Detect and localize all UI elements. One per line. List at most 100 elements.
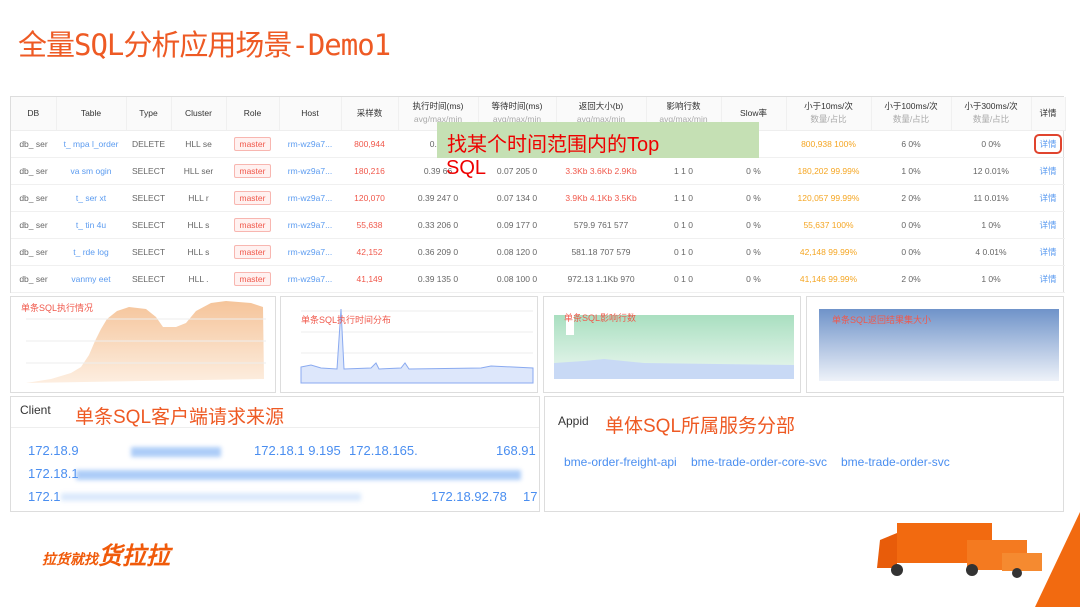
table-link[interactable]: vanmy eet xyxy=(71,274,110,284)
client-panel: Client 单条SQL客户端请求来源 172.18.9 172.18.1 9.… xyxy=(10,396,540,512)
cell-text: 0 % xyxy=(746,192,761,203)
cell-text: 6 0% xyxy=(901,138,921,149)
cell-wait: 0.08 120 0 xyxy=(478,238,556,266)
column-label: Host xyxy=(301,107,319,118)
table-link[interactable]: t_ ser xt xyxy=(76,193,106,203)
cell-text: 180,202 99.99% xyxy=(797,165,860,176)
cell-text: 972.13 1.1Kb 970 xyxy=(567,273,635,284)
column-label: Type xyxy=(139,107,158,118)
cell-text: 0 0% xyxy=(901,246,921,257)
cell-text: 800,938 100% xyxy=(801,138,856,149)
appid-item[interactable]: bme-trade-order-core-svc xyxy=(691,455,827,469)
role-badge: master xyxy=(233,244,272,259)
cell-text: 0.08 100 0 xyxy=(496,273,538,284)
cell-db: db_ ser xyxy=(11,211,56,239)
cell-text: SELECT xyxy=(131,273,166,284)
cell-exec: 0.39 135 0 xyxy=(398,265,478,293)
redaction xyxy=(76,470,521,480)
cell-type: DELETE xyxy=(126,130,171,158)
cell-cluster: HLL s xyxy=(171,238,226,266)
cell-host: rm-wz9a7... xyxy=(279,211,341,239)
host-link[interactable]: rm-wz9a7... xyxy=(288,166,332,176)
column-header[interactable]: DB xyxy=(11,97,57,131)
appid-item[interactable]: bme-order-freight-api xyxy=(564,455,677,469)
column-header[interactable]: Cluster xyxy=(171,97,227,131)
cell-cluster: HLL . xyxy=(171,265,226,293)
appid-item[interactable]: bme-trade-order-svc xyxy=(841,455,950,469)
cell-text: 4 0.01% xyxy=(975,246,1007,257)
column-header[interactable]: 小于10ms/次 数量/占比 xyxy=(786,97,872,131)
cell-text: 0 % xyxy=(746,246,761,257)
client-ip[interactable]: 172.18.165. xyxy=(349,443,418,458)
chart-result-size: 单条SQL返回结果集大小 xyxy=(806,296,1064,393)
table-link[interactable]: t_ mpa l_order xyxy=(64,139,119,149)
cell-text: 12 0.01% xyxy=(973,165,1009,176)
host-link[interactable]: rm-wz9a7... xyxy=(288,247,332,257)
cell-text: db_ ser xyxy=(19,165,48,176)
cell-cluster: HLL s xyxy=(171,211,226,239)
cell-table: vanmy eet xyxy=(56,265,126,293)
detail-link[interactable]: 详情 xyxy=(1039,247,1056,257)
detail-link[interactable]: 详情 xyxy=(1039,193,1056,203)
chart-affected-rows: 单条SQL影响行数 xyxy=(543,296,801,393)
column-header[interactable]: 小于300ms/次 数量/占比 xyxy=(951,97,1032,131)
client-ip[interactable]: 172.18.9 xyxy=(28,443,79,458)
cell-text: db_ ser xyxy=(19,192,48,203)
cell-text: 1 0% xyxy=(981,273,1001,284)
client-ip[interactable]: 172.18.92.78 xyxy=(431,489,507,504)
cell-text: 41,149 xyxy=(356,273,383,284)
chart-title: 单条SQL执行情况 xyxy=(21,303,94,313)
cell-slow: 0 % xyxy=(721,211,786,239)
table-link[interactable]: t_ rde log xyxy=(73,247,108,257)
column-label: DB xyxy=(27,107,40,118)
cell-text: 120,057 99.99% xyxy=(797,192,860,203)
host-link[interactable]: rm-wz9a7... xyxy=(288,220,332,230)
column-header[interactable]: Type xyxy=(126,97,172,131)
client-ip[interactable]: 172.1 xyxy=(28,489,61,504)
detail-link[interactable]: 详情 xyxy=(1039,220,1056,230)
column-sublabel: 数量/占比 xyxy=(892,114,930,125)
host-link[interactable]: rm-wz9a7... xyxy=(288,193,332,203)
client-ip[interactable]: 168.91 xyxy=(496,443,536,458)
cell-text: 42,152 xyxy=(356,246,383,257)
cell-ret: 972.13 1.1Kb 970 xyxy=(556,265,646,293)
cell-lt100: 2 0% xyxy=(871,184,951,212)
column-header[interactable]: 详情 xyxy=(1031,97,1066,131)
cell-text: HLL s xyxy=(187,246,210,257)
column-label: Table xyxy=(80,107,102,118)
client-ip[interactable]: 172.18.1 xyxy=(28,466,79,481)
detail-link[interactable]: 详情 xyxy=(1034,133,1062,154)
cell-text: 55,637 100% xyxy=(803,219,854,230)
cell-lt100: 0 0% xyxy=(871,238,951,266)
cell-lt100: 6 0% xyxy=(871,130,951,158)
client-ip[interactable]: 172.18.1 9.195 xyxy=(254,443,341,458)
table-row: db_ ser t_ ser xt SELECT HLL r master rm-wz9a… xyxy=(11,184,1065,212)
cell-text: SELECT xyxy=(131,246,166,257)
cell-host: rm-wz9a7... xyxy=(279,238,341,266)
cell-role: master xyxy=(226,184,279,212)
column-header[interactable]: Table xyxy=(56,97,127,131)
cell-lt300: 12 0.01% xyxy=(951,157,1031,185)
cell-text: HLL se xyxy=(185,138,212,149)
detail-link[interactable]: 详情 xyxy=(1039,274,1056,284)
role-badge: master xyxy=(233,271,272,286)
column-label: Cluster xyxy=(185,107,212,118)
cell-text: 41,146 99.99% xyxy=(799,273,858,284)
table-row: db_ ser va sm ogin SELECT HLL ser master rm-w… xyxy=(11,157,1065,185)
table-link[interactable]: va sm ogin xyxy=(70,166,111,176)
table-link[interactable]: t_ tin 4u xyxy=(76,220,106,230)
cell-text: 11 0.01% xyxy=(973,192,1009,203)
cell-lt10: 55,637 100% xyxy=(786,211,871,239)
cell-text: 0.07 205 0 xyxy=(496,165,538,176)
host-link[interactable]: rm-wz9a7... xyxy=(288,274,332,284)
column-header[interactable]: Host xyxy=(279,97,342,131)
detail-link[interactable]: 详情 xyxy=(1039,166,1056,176)
cell-table: t_ ser xt xyxy=(56,184,126,212)
column-header[interactable]: 采样数 xyxy=(341,97,399,131)
column-label: 等待时间(ms) xyxy=(491,101,543,112)
column-header[interactable]: Role xyxy=(226,97,280,131)
host-link[interactable]: rm-wz9a7... xyxy=(288,139,332,149)
column-header[interactable]: 小于100ms/次 数量/占比 xyxy=(871,97,952,131)
client-ip[interactable]: 17 xyxy=(523,489,537,504)
cell-host: rm-wz9a7... xyxy=(279,157,341,185)
